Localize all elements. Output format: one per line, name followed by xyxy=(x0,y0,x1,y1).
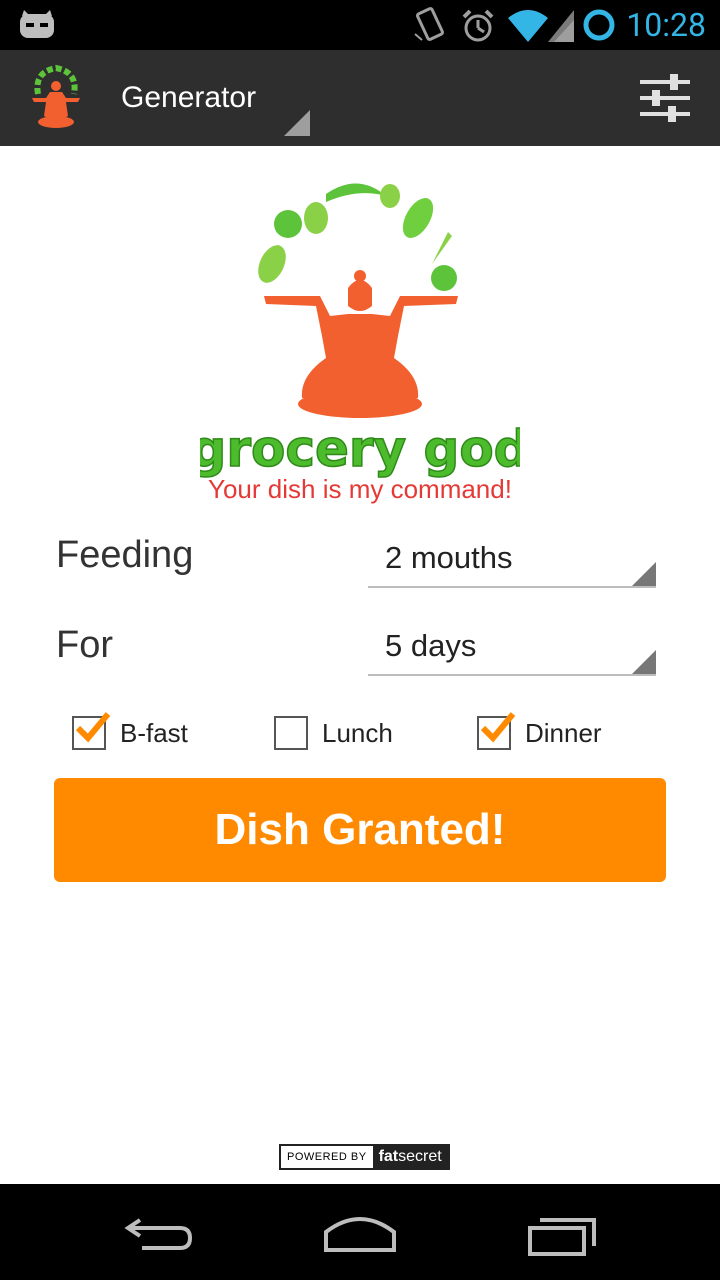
home-icon[interactable] xyxy=(322,1212,398,1254)
back-icon[interactable] xyxy=(124,1214,194,1250)
signal-icon xyxy=(548,10,574,42)
breakfast-label[interactable]: B-fast xyxy=(120,718,188,749)
lunch-checkbox[interactable] xyxy=(274,716,308,750)
days-value: 5 days xyxy=(385,628,477,663)
wifi-icon xyxy=(508,10,548,42)
dropdown-arrow-icon[interactable] xyxy=(284,110,310,136)
for-label: For xyxy=(56,624,113,666)
grocery-god-logo: grocery god Your dish is my command! xyxy=(200,183,520,504)
spinner-arrow-icon xyxy=(632,562,656,586)
days-spinner[interactable]: 5 days xyxy=(368,614,656,676)
vibrate-icon xyxy=(414,7,445,41)
breakfast-checkbox[interactable] xyxy=(72,712,111,750)
dinner-label[interactable]: Dinner xyxy=(525,718,602,749)
check-icon xyxy=(75,712,111,743)
feeding-label: Feeding xyxy=(56,534,194,576)
status-time: 10:28 xyxy=(626,6,706,44)
navigation-bar xyxy=(0,1184,720,1280)
battery-ring-icon xyxy=(583,9,615,41)
status-bar: 10:28 xyxy=(0,0,720,50)
spinner-arrow-icon xyxy=(632,650,656,674)
dish-granted-button[interactable]: Dish Granted! xyxy=(54,778,666,882)
screen-title[interactable]: Generator xyxy=(121,81,256,115)
logo-wordmark: grocery god xyxy=(200,420,520,478)
app-logo-icon[interactable] xyxy=(28,64,84,130)
dinner-checkbox[interactable] xyxy=(477,712,516,750)
cyanogen-icon xyxy=(20,10,54,38)
recent-apps-icon[interactable] xyxy=(526,1216,598,1256)
powered-by-text: POWERED BY xyxy=(287,1151,367,1163)
check-icon xyxy=(480,712,516,743)
mouths-spinner[interactable]: 2 mouths xyxy=(368,526,656,588)
main-content: grocery god Your dish is my command! Fee… xyxy=(0,146,720,1184)
powered-by-badge[interactable]: POWERED BY fat secret xyxy=(279,1144,450,1170)
mouths-value: 2 mouths xyxy=(385,540,513,575)
fatsecret-brand: fat secret xyxy=(372,1146,448,1168)
action-bar: Generator xyxy=(0,50,720,146)
brand-fat: fat xyxy=(378,1148,399,1165)
lunch-label[interactable]: Lunch xyxy=(322,718,393,749)
logo-tagline: Your dish is my command! xyxy=(208,474,512,504)
settings-sliders-icon[interactable] xyxy=(638,72,692,124)
brand-secret: secret xyxy=(398,1148,442,1165)
alarm-icon xyxy=(462,9,494,42)
